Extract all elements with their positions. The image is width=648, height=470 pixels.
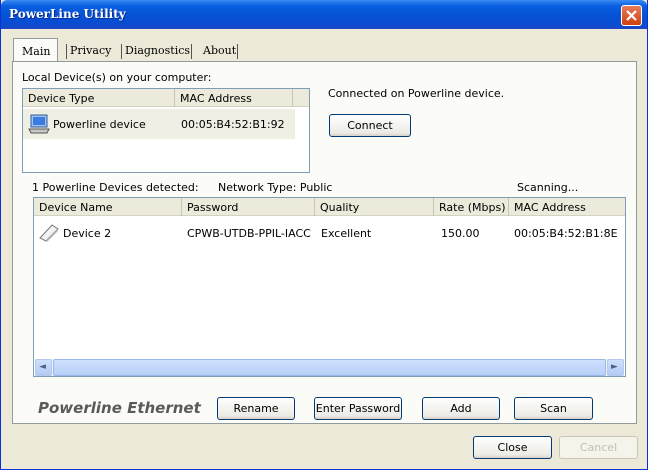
tab-separator bbox=[66, 44, 67, 59]
scroll-right-button[interactable]: ► bbox=[607, 359, 624, 376]
remote-device-name: Device 2 bbox=[63, 227, 112, 240]
scan-button[interactable]: Scan bbox=[514, 397, 593, 420]
arrow-right-icon: ► bbox=[611, 362, 618, 372]
remote-devices-header: Device Name Password Quality Rate (Mbps)… bbox=[34, 198, 625, 216]
column-header-device-type[interactable]: Device Type bbox=[23, 89, 175, 107]
tab-privacy[interactable]: Privacy bbox=[70, 40, 120, 62]
add-button[interactable]: Add bbox=[422, 397, 500, 420]
tab-separator bbox=[191, 44, 192, 59]
local-device-type: Powerline device bbox=[53, 118, 146, 131]
column-header-quality[interactable]: Quality bbox=[315, 198, 434, 216]
close-icon bbox=[626, 10, 637, 21]
remote-devices-list[interactable]: Device Name Password Quality Rate (Mbps)… bbox=[33, 197, 626, 377]
powerline-adapter-icon bbox=[38, 222, 60, 245]
rename-button[interactable]: Rename bbox=[217, 397, 295, 420]
network-type-label: Network Type: Public bbox=[218, 181, 333, 194]
brand-label: Powerline Ethernet bbox=[38, 399, 201, 417]
scan-status-label: Scanning... bbox=[517, 181, 579, 194]
connection-status: Connected on Powerline device. bbox=[328, 87, 505, 100]
horizontal-scrollbar[interactable]: ◄ ► bbox=[35, 359, 624, 376]
scrollbar-thumb[interactable] bbox=[53, 359, 606, 376]
powerline-utility-window: PowerLine Utility Main Privacy Diagnosti… bbox=[0, 0, 648, 470]
tab-separator bbox=[121, 44, 122, 59]
local-device-mac: 00:05:B4:52:B1:92 bbox=[181, 118, 285, 131]
arrow-left-icon: ◄ bbox=[39, 362, 46, 372]
close-window-button[interactable] bbox=[621, 5, 642, 26]
column-header-rate[interactable]: Rate (Mbps) bbox=[434, 198, 509, 216]
close-button[interactable]: Close bbox=[473, 436, 552, 459]
window-title: PowerLine Utility bbox=[9, 7, 126, 21]
list-item[interactable]: Powerline device 00:05:B4:52:B1:92 bbox=[23, 109, 295, 139]
connect-button[interactable]: Connect bbox=[329, 114, 411, 137]
tab-about[interactable]: About bbox=[193, 40, 237, 62]
local-devices-header: Device Type MAC Address bbox=[23, 89, 309, 107]
remote-device-password: CPWB-UTDB-PPIL-IACC bbox=[187, 227, 311, 240]
local-devices-list[interactable]: Device Type MAC Address Powerline device… bbox=[22, 88, 310, 173]
remote-device-mac: 00:05:B4:52:B1:8E bbox=[514, 227, 618, 240]
computer-icon bbox=[28, 114, 50, 137]
devices-detected-label: 1 Powerline Devices detected: bbox=[32, 181, 199, 194]
tab-separator bbox=[237, 44, 238, 59]
column-header-mac-address[interactable]: MAC Address bbox=[175, 89, 293, 107]
column-header-mac-address[interactable]: MAC Address bbox=[509, 198, 625, 216]
cancel-button[interactable]: Cancel bbox=[559, 436, 638, 459]
local-devices-label: Local Device(s) on your computer: bbox=[22, 71, 212, 84]
main-tab-panel: Local Device(s) on your computer: Device… bbox=[12, 61, 637, 424]
tab-diagnostics[interactable]: Diagnostics bbox=[125, 40, 193, 62]
tab-main[interactable]: Main bbox=[13, 38, 58, 62]
remote-device-rate: 150.00 bbox=[441, 227, 480, 240]
scroll-left-button[interactable]: ◄ bbox=[35, 359, 52, 376]
remote-device-quality: Excellent bbox=[321, 227, 372, 240]
column-header-password[interactable]: Password bbox=[182, 198, 315, 216]
title-bar[interactable]: PowerLine Utility bbox=[1, 0, 647, 29]
enter-password-button[interactable]: Enter Password bbox=[314, 397, 402, 420]
list-item[interactable]: Device 2 CPWB-UTDB-PPIL-IACC Excellent 1… bbox=[34, 220, 625, 244]
column-header-device-name[interactable]: Device Name bbox=[34, 198, 182, 216]
